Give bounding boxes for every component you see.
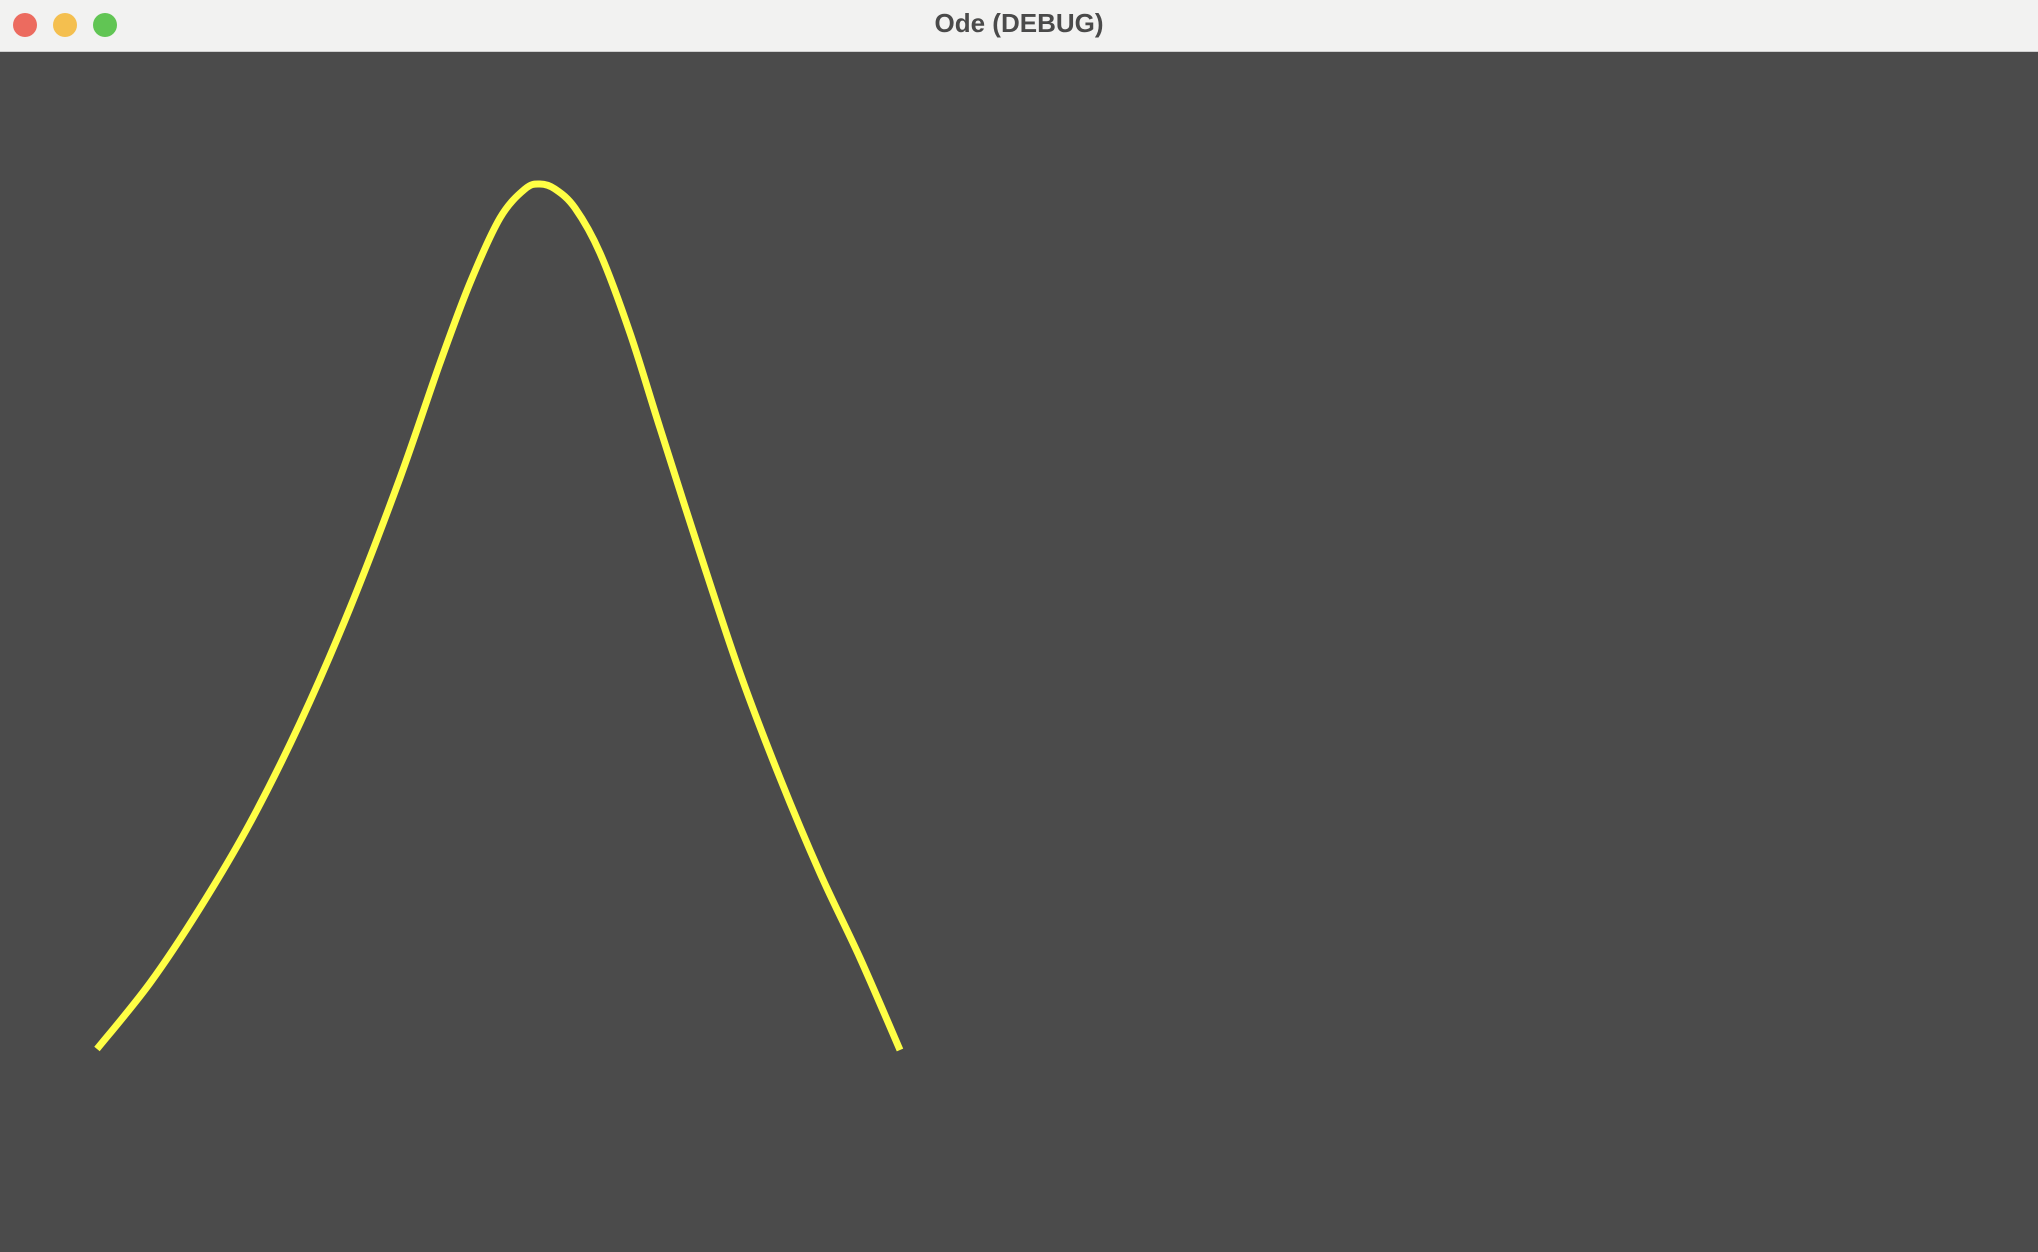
window-title: Ode (DEBUG) — [934, 8, 1104, 38]
app-window: Ode (DEBUG) — [0, 0, 2038, 1252]
yellow-curve — [94, 180, 904, 1052]
plot-svg — [94, 180, 904, 1052]
drawing-canvas[interactable] — [0, 53, 2038, 1252]
title-bar[interactable]: Ode (DEBUG) — [0, 0, 2038, 52]
